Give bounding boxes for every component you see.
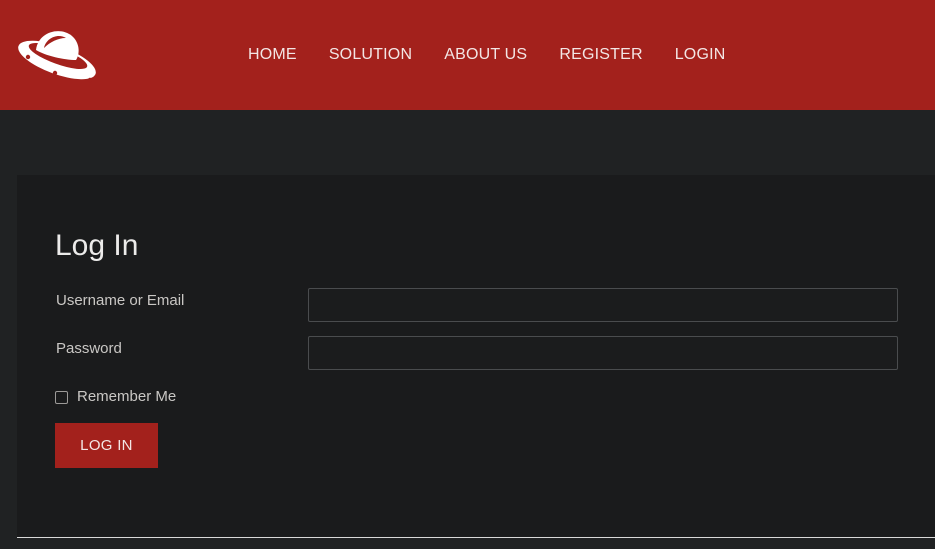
remember-me[interactable]: Remember Me [55, 387, 176, 407]
page-title: Log In [55, 229, 139, 262]
password-input[interactable] [308, 336, 898, 370]
panel-divider [17, 537, 935, 538]
nav-about-us[interactable]: ABOUT US [428, 44, 543, 66]
content-top-band [0, 110, 935, 175]
ufo-logo-icon[interactable] [14, 26, 100, 84]
nav-home[interactable]: HOME [232, 44, 313, 66]
nav-register[interactable]: REGISTER [543, 44, 658, 66]
remember-me-checkbox[interactable] [55, 390, 68, 404]
site-header: HOME SOLUTION ABOUT US REGISTER LOGIN [0, 0, 935, 110]
password-label: Password [56, 340, 122, 357]
login-button[interactable]: LOG IN [55, 423, 158, 468]
main-nav: HOME SOLUTION ABOUT US REGISTER LOGIN [232, 44, 742, 66]
username-input[interactable] [308, 288, 898, 322]
username-label: Username or Email [56, 292, 185, 309]
nav-login[interactable]: LOGIN [659, 44, 742, 66]
remember-me-label: Remember Me [77, 388, 177, 405]
nav-solution[interactable]: SOLUTION [313, 44, 428, 66]
